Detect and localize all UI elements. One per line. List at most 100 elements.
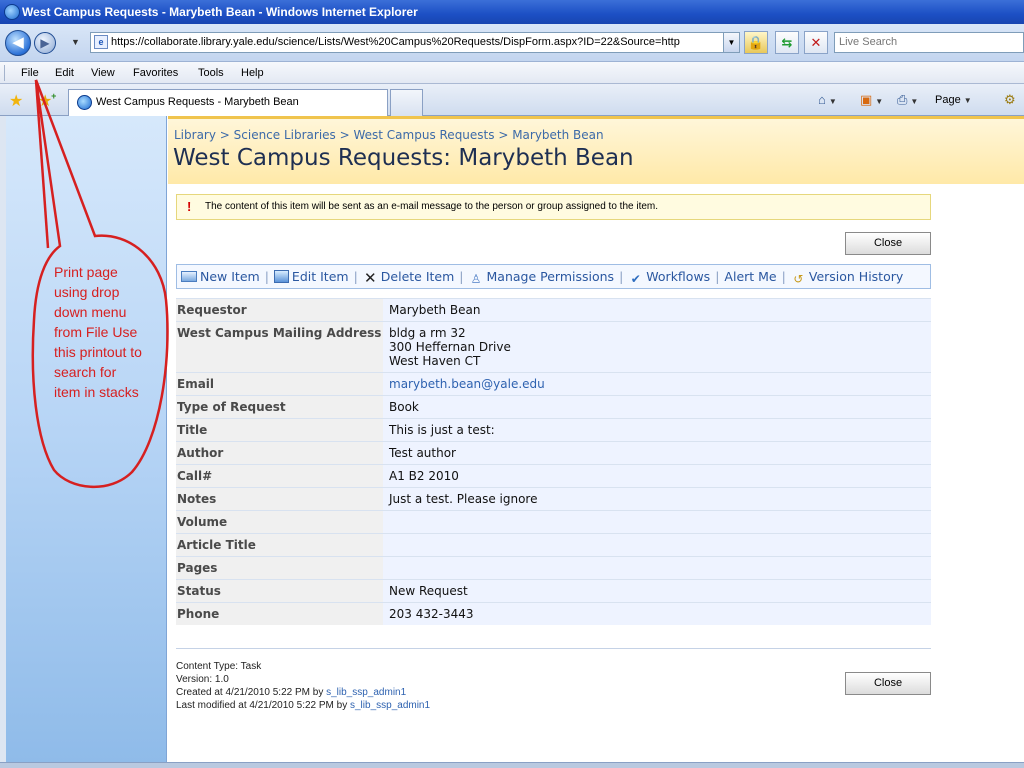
field-label: Phone <box>176 603 383 625</box>
version-history-label: Version History <box>808 269 904 284</box>
security-lock-icon[interactable]: 🔒 <box>744 31 768 54</box>
menu-file[interactable]: File <box>21 62 39 84</box>
menu-edit[interactable]: Edit <box>55 62 74 84</box>
tab-label: West Campus Requests - Marybeth Bean <box>96 96 299 108</box>
address-dropdown-icon[interactable]: ▼ <box>723 33 739 52</box>
window-title-bar: West Campus Requests - Marybeth Bean - W… <box>0 0 1024 24</box>
field-row: Title This is just a test: <box>176 418 931 441</box>
edit-item-icon <box>273 270 289 283</box>
address-field[interactable]: e https://collaborate.library.yale.edu/s… <box>90 32 740 53</box>
new-tab-button[interactable] <box>390 89 423 116</box>
menu-tools[interactable]: Tools <box>198 62 224 84</box>
tab-west-campus-requests[interactable]: West Campus Requests - Marybeth Bean <box>68 89 388 116</box>
new-item-icon <box>181 271 197 282</box>
menu-favorites[interactable]: Favorites <box>133 62 178 84</box>
field-row: Notes Just a test. Please ignore <box>176 487 931 510</box>
search-input[interactable]: Live Search <box>834 32 1024 53</box>
workflows-icon: ✔ <box>630 272 641 286</box>
field-label: Author <box>176 442 383 464</box>
menu-view[interactable]: View <box>91 62 115 84</box>
internet-explorer-icon <box>4 4 20 20</box>
created-by-link[interactable]: s_lib_ssp_admin1 <box>326 687 406 698</box>
workflows-label: Workflows <box>646 269 711 284</box>
field-value: Just a test. Please ignore <box>383 488 931 510</box>
window-title: West Campus Requests - Marybeth Bean - W… <box>22 5 418 19</box>
field-label: Volume <box>176 511 383 533</box>
field-row: Author Test author <box>176 441 931 464</box>
tab-bar: ★ ★ + West Campus Requests - Marybeth Bea… <box>0 84 1024 116</box>
field-row: Requestor Marybeth Bean <box>176 298 931 321</box>
email-link[interactable]: marybeth.bean@yale.edu <box>383 373 931 395</box>
delete-item-button[interactable]: ✕ Delete Item <box>363 265 455 288</box>
history-dropdown-icon[interactable]: ▼ <box>71 37 80 47</box>
modified-by-link[interactable]: s_lib_ssp_admin1 <box>350 700 430 711</box>
manage-permissions-button[interactable]: ♙ Manage Permissions <box>469 265 615 288</box>
field-label: Notes <box>176 488 383 510</box>
field-label: Title <box>176 419 383 441</box>
created-text: Created at 4/21/2010 5:22 PM by <box>176 687 327 698</box>
field-value: bldg a rm 32 300 Heffernan Drive West Ha… <box>383 322 931 372</box>
field-value: 203 432-3443 <box>383 603 931 625</box>
page-icon: e <box>94 35 108 49</box>
stop-button[interactable]: ✕ <box>804 31 828 54</box>
toolbar-separator: | <box>619 269 624 284</box>
created-info: Created at 4/21/2010 5:22 PM by s_lib_ss… <box>176 686 430 699</box>
field-label: West Campus Mailing Address <box>176 322 383 372</box>
item-toolbar: New Item | Edit Item | ✕ Delete Item | ♙ Manage … <box>176 264 931 289</box>
page-viewport: Library > Science Libraries > West Campu… <box>0 116 1024 768</box>
page-header: Library > Science Libraries > West Campu… <box>168 116 1024 184</box>
menu-help[interactable]: Help <box>241 62 264 84</box>
version-history-button[interactable]: ↺ Version History <box>791 265 903 288</box>
toolbar-separator: | <box>715 269 720 284</box>
content-type: Content Type: Task <box>176 661 262 672</box>
refresh-button[interactable]: ⇆ <box>775 31 799 54</box>
version-history-icon: ↺ <box>793 272 804 286</box>
field-value: Marybeth Bean <box>383 299 931 321</box>
close-button-bottom[interactable]: Close <box>845 672 931 695</box>
modified-text: Last modified at 4/21/2010 5:22 PM by <box>176 700 350 711</box>
field-value: Test author <box>383 442 931 464</box>
home-icon[interactable]: ⌂ ▼ <box>818 92 837 107</box>
favorites-center-icon[interactable]: ★ <box>9 91 23 111</box>
footer-divider <box>176 648 931 649</box>
toolbar-separator: | <box>353 269 358 284</box>
delete-item-label: Delete Item <box>380 269 455 284</box>
field-row: Article Title <box>176 533 931 556</box>
field-value: New Request <box>383 580 931 602</box>
field-row: Volume <box>176 510 931 533</box>
delete-x-icon: ✕ <box>363 269 377 287</box>
manage-permissions-label: Manage Permissions <box>486 269 615 284</box>
menu-grip <box>4 65 6 81</box>
close-button-top[interactable]: Close <box>845 232 931 255</box>
field-label: Type of Request <box>176 396 383 418</box>
alert-me-label: Alert Me <box>724 269 777 284</box>
address-url: https://collaborate.library.yale.edu/sci… <box>111 36 680 48</box>
edit-item-label: Edit Item <box>291 269 349 284</box>
new-item-button[interactable]: New Item <box>181 265 260 288</box>
permissions-icon: ♙ <box>470 272 482 286</box>
page-menu[interactable]: Page ▼ <box>935 94 972 106</box>
tools-gear-icon[interactable]: ⚙ <box>1004 92 1016 108</box>
tab-page-icon <box>77 95 92 110</box>
field-value: This is just a test: <box>383 419 931 441</box>
field-value: Book <box>383 396 931 418</box>
field-row: Type of Request Book <box>176 395 931 418</box>
annotation-text: Print page using drop down menu from Fil… <box>54 264 142 400</box>
field-row: Email marybeth.bean@yale.edu <box>176 372 931 395</box>
toolbar-separator: | <box>781 269 786 284</box>
forward-button[interactable]: ▶ <box>34 32 56 54</box>
alert-me-button[interactable]: Alert Me <box>724 265 776 288</box>
feeds-icon[interactable]: ▣ ▼ <box>860 92 883 108</box>
field-label: Email <box>176 373 383 395</box>
address-toolbar: ◀ ▶ ▼ e https://collaborate.library.yale… <box>0 24 1024 62</box>
workflows-button[interactable]: ✔ Workflows <box>628 265 710 288</box>
email-notice: ! The content of this item will be sent … <box>176 194 931 220</box>
edit-item-button[interactable]: Edit Item <box>273 265 349 288</box>
add-favorites-icon[interactable]: ★ + <box>38 91 56 111</box>
notice-text: The content of this item will be sent as… <box>205 201 659 212</box>
back-button[interactable]: ◀ <box>5 30 31 56</box>
print-icon[interactable]: ⎙ ▼ <box>897 92 918 108</box>
breadcrumb[interactable]: Library > Science Libraries > West Campu… <box>174 128 604 142</box>
page-title: West Campus Requests: Marybeth Bean <box>173 145 634 171</box>
field-row: Pages <box>176 556 931 579</box>
